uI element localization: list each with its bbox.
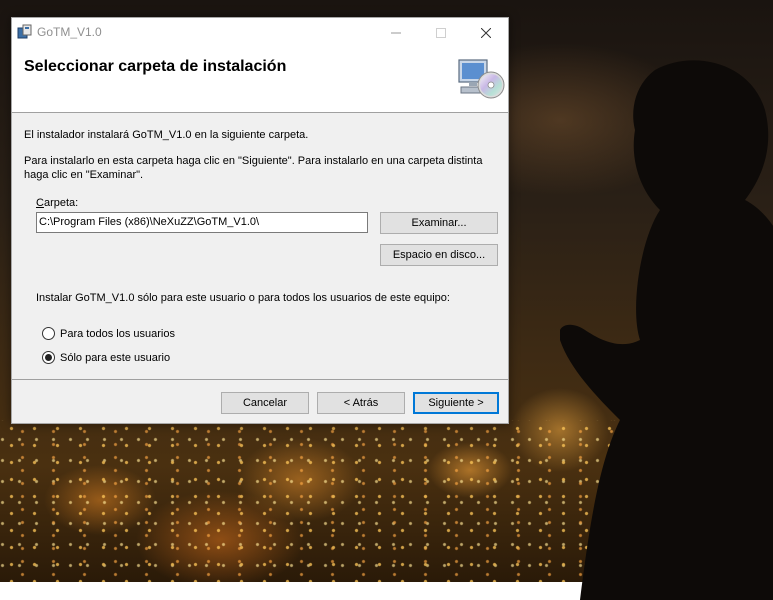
instructions-text: Para instalarlo en esta carpeta haga cli… — [24, 155, 483, 181]
maximize-button[interactable] — [418, 18, 463, 47]
close-button[interactable] — [463, 18, 508, 47]
smoker-silhouette — [560, 60, 773, 600]
installer-window: GoTM_V1.0 Seleccionar carpeta de instala… — [11, 17, 509, 424]
install-scope-question: Instalar GoTM_V1.0 sólo para este usuari… — [36, 292, 450, 304]
close-icon — [480, 27, 491, 38]
folder-label: Carpeta: — [36, 197, 79, 209]
radio-all-users[interactable]: Para todos los usuarios — [42, 327, 175, 340]
radio-this-user[interactable]: Sólo para este usuario — [42, 351, 170, 364]
radio-all-users-button[interactable] — [42, 327, 55, 340]
radio-all-users-label: Para todos los usuarios — [60, 327, 175, 340]
intro-text: El instalador instalará GoTM_V1.0 en la … — [24, 129, 309, 141]
cancel-button[interactable]: Cancelar — [221, 392, 309, 414]
installer-app-icon — [17, 24, 32, 39]
footer-divider — [12, 379, 508, 380]
back-button[interactable]: < Atrás — [317, 392, 405, 414]
minimize-icon — [390, 32, 401, 33]
radio-this-user-button[interactable] — [42, 351, 55, 364]
next-button[interactable]: Siguiente > — [413, 392, 499, 414]
folder-path-input[interactable]: C:\Program Files (x86)\NeXuZZ\GoTM_V1.0\ — [36, 212, 368, 233]
radio-this-user-label: Sólo para este usuario — [60, 351, 171, 364]
title-bar[interactable]: GoTM_V1.0 — [12, 18, 508, 47]
computer-cd-icon — [458, 59, 505, 99]
minimize-button[interactable] — [373, 18, 418, 47]
header-panel: Seleccionar carpeta de instalación — [12, 47, 508, 113]
window-title: GoTM_V1.0 — [37, 25, 102, 39]
maximize-icon — [435, 27, 446, 38]
disk-space-button[interactable]: Espacio en disco... — [380, 244, 498, 266]
page-title: Seleccionar carpeta de instalación — [24, 58, 287, 75]
browse-button[interactable]: Examinar... — [380, 212, 498, 234]
